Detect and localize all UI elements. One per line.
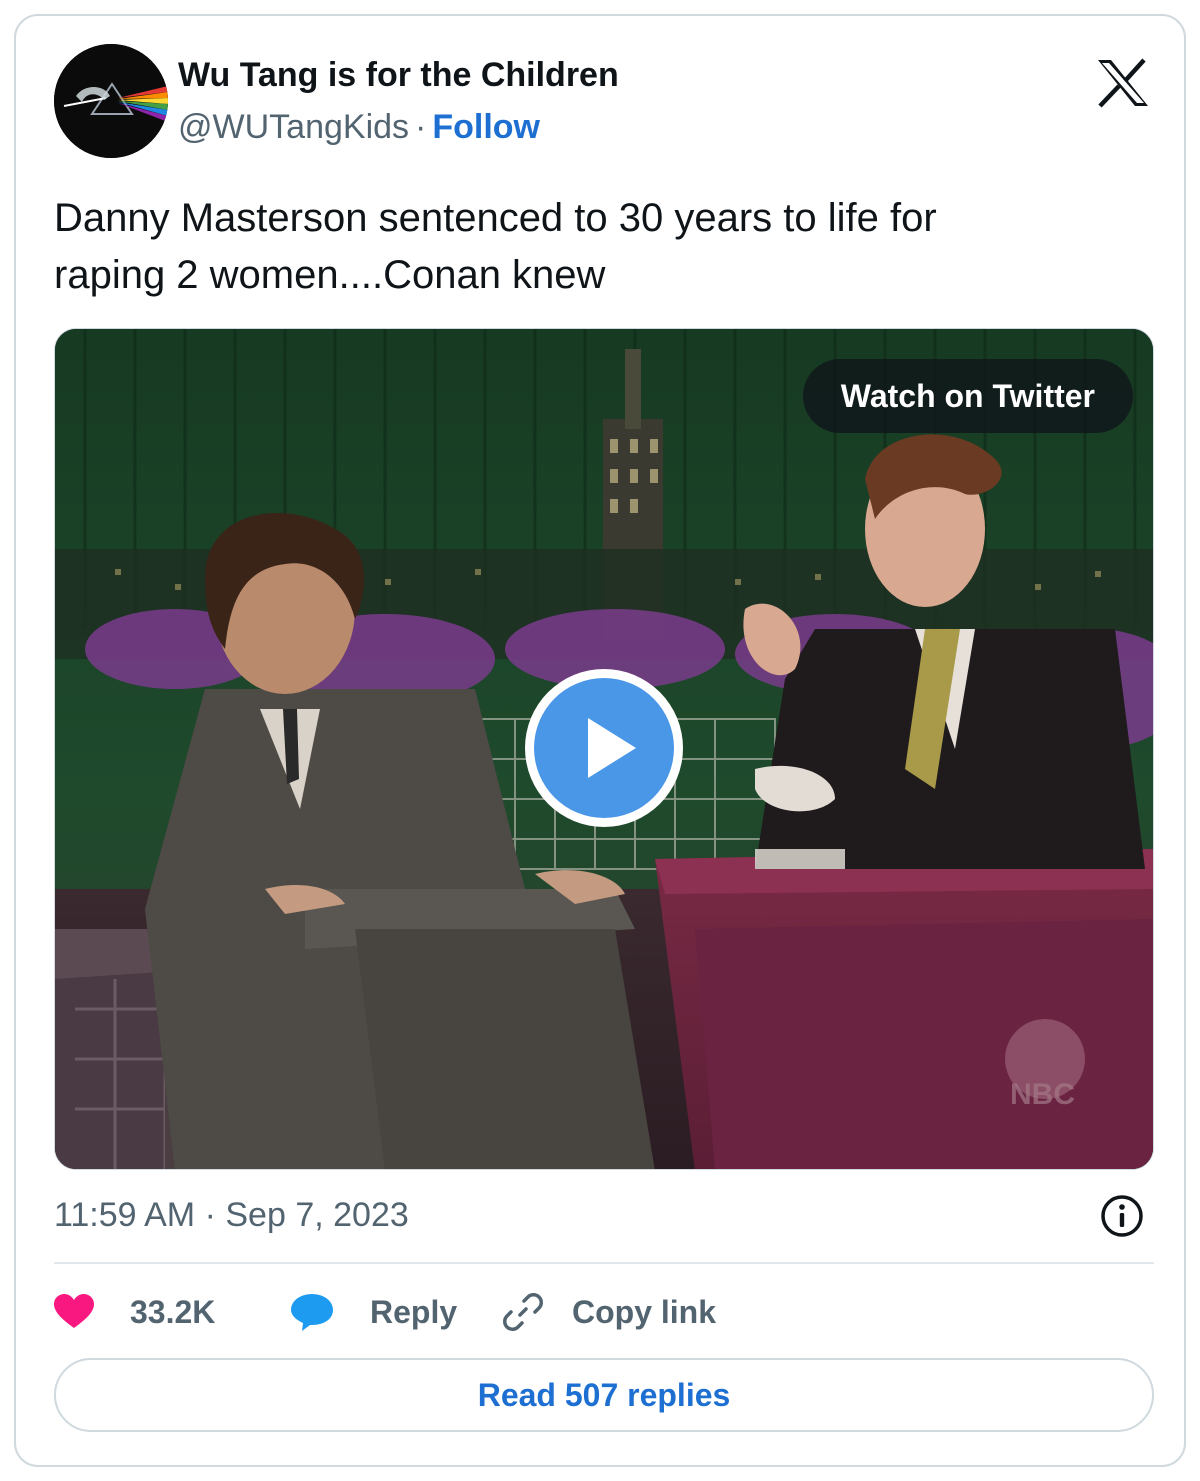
author-display-name[interactable]: Wu Tang is for the Children [178,56,619,95]
tweet-embed-card: Wu Tang is for the Children @WUTangKids ·… [14,14,1186,1467]
reply-button[interactable]: Reply [290,1292,502,1332]
watch-on-twitter-button[interactable]: Watch on Twitter [802,359,1133,433]
author-handle-row: @WUTangKids · Follow [178,108,540,147]
author-handle[interactable]: @WUTangKids [178,108,409,146]
x-logo-icon[interactable] [1096,58,1150,108]
tweet-text-line: Danny Masterson sentenced to 30 years to… [54,196,937,240]
timestamp-date: Sep 7, 2023 [225,1196,409,1234]
wu-tang-prism-avatar-icon [54,44,168,158]
follow-button[interactable]: Follow [432,108,540,146]
timestamp-separator: · [204,1196,216,1234]
speech-bubble-icon [291,1294,333,1331]
like-button[interactable]: 33.2K [54,1294,290,1331]
tweet-timestamp[interactable]: 11:59 AM · Sep 7, 2023 [54,1196,409,1235]
action-bar: 33.2K Reply Copy link [54,1284,716,1340]
tweet-text: Danny Masterson sentenced to 30 years to… [54,190,1114,304]
handle-separator: · [415,108,427,146]
author-avatar[interactable] [54,44,168,158]
like-count: 33.2K [130,1293,216,1330]
nbc-watermark: NBC [1010,1078,1075,1111]
link-icon [503,1293,543,1331]
heart-icon [54,1294,94,1328]
video-thumbnail[interactable]: NBC Watch on Twitter [54,328,1154,1170]
play-button[interactable] [525,669,683,827]
timestamp-time: 11:59 AM [54,1196,196,1234]
play-icon [534,678,674,818]
read-replies-button[interactable]: Read 507 replies [54,1358,1154,1432]
reply-label: Reply [370,1293,458,1330]
copy-link-label: Copy link [572,1293,717,1330]
copy-link-button[interactable]: Copy link [502,1291,716,1333]
info-icon[interactable] [1100,1194,1144,1238]
divider [54,1262,1154,1264]
tweet-text-line: raping 2 women....Conan knew [54,253,606,297]
